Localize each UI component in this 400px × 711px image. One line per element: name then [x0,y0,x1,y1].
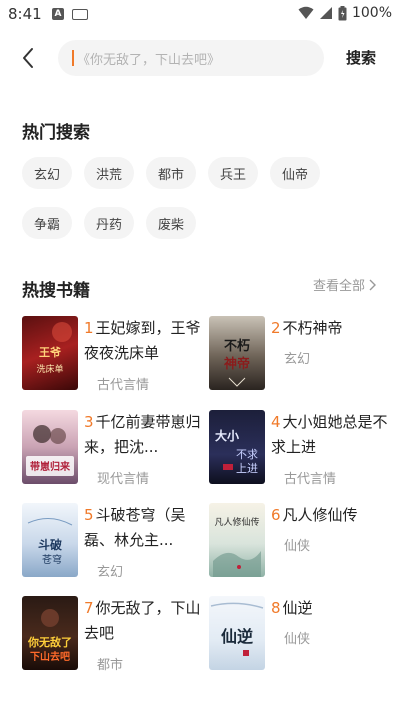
hot-books-title: 热搜书籍 [22,281,90,301]
see-all-label: 查看全部 [313,279,366,294]
svg-text:神帝: 神帝 [224,356,250,372]
hot-search-title: 热门搜索 [22,123,90,143]
search-placeholder: 《你无敌了，下山去吧》 [77,52,221,68]
book-rank: 3 [84,413,94,431]
back-chevron-icon [23,48,33,68]
svg-text:凡人修仙传: 凡人修仙传 [214,516,259,528]
book-cover: 仙逆 [209,596,265,670]
book-cover: 你无敌了 下山去吧 [22,596,78,670]
see-all-link[interactable]: 查看全部 [313,275,377,294]
book-item[interactable]: 斗破 苍穹 5 斗破苍穹（吴磊、林允主... 玄幻 [22,503,202,583]
book-item[interactable]: 凡人修仙传 6 凡人修仙传 仙侠 [209,503,389,583]
keyboard-icon [72,9,88,20]
hot-tag[interactable]: 都市 [146,157,196,189]
svg-text:洗床单: 洗床单 [36,363,63,375]
search-header: 《你无敌了，下山去吧》 搜索 [0,38,400,78]
book-rank: 2 [271,319,281,337]
hot-tag[interactable]: 仙帝 [270,157,320,189]
svg-text:上进: 上进 [236,462,258,475]
book-title-text: 你无敌了，下山去吧 [84,599,201,642]
book-cover: 凡人修仙传 [209,503,265,577]
back-button[interactable] [14,44,42,72]
book-cover: 大小 不求 上进 [209,410,265,484]
battery-percentage: 100% [351,5,392,21]
book-rank: 1 [84,319,94,337]
book-rank: 4 [271,413,281,431]
book-genre: 仙侠 [284,539,311,554]
book-item[interactable]: 带崽归来 3 千亿前妻带崽归来，把沈... 现代言情 [22,410,202,490]
book-title: 4 大小姐她总是不求上进 [271,410,389,460]
book-title: 5 斗破苍穹（吴磊、林允主... [84,503,202,553]
book-genre: 玄幻 [284,352,311,367]
book-title: 7 你无敌了，下山去吧 [84,596,202,646]
status-bar: 8:41 A 100% [0,0,400,28]
book-title-text: 仙逆 [282,599,313,617]
svg-text:你无敌了: 你无敌了 [27,635,72,649]
book-title-text: 凡人修仙传 [282,506,358,524]
book-genre: 玄幻 [97,565,124,580]
book-cover: 不朽 神帝 [209,316,265,390]
book-item[interactable]: 王爷 洗床单 1 王妃嫁到，王爷夜夜洗床单 古代言情 [22,316,202,396]
book-item[interactable]: 仙逆 8 仙逆 仙侠 [209,596,389,676]
book-item[interactable]: 你无敌了 下山去吧 7 你无敌了，下山去吧 都市 [22,596,202,676]
search-button[interactable]: 搜索 [346,47,376,68]
book-genre: 仙侠 [284,632,311,647]
svg-text:带崽归来: 带崽归来 [30,460,71,473]
svg-text:大小: 大小 [215,428,239,443]
status-right: 100% [298,5,392,21]
book-rank: 7 [84,599,94,617]
book-title: 1 王妃嫁到，王爷夜夜洗床单 [84,316,202,366]
book-title-text: 斗破苍穹（吴磊、林允主... [84,506,186,549]
book-title-text: 大小姐她总是不求上进 [271,413,388,456]
notification-a-icon: A [52,8,64,20]
book-rank: 6 [271,506,281,524]
hot-tag[interactable]: 丹药 [84,207,134,239]
book-item[interactable]: 不朽 神帝 2 不朽神帝 玄幻 [209,316,389,396]
book-genre: 古代言情 [97,378,150,393]
book-rank: 5 [84,506,94,524]
book-cover: 斗破 苍穹 [22,503,78,577]
svg-text:不朽: 不朽 [224,338,250,354]
book-cover: 带崽归来 [22,410,78,484]
hot-tag[interactable]: 争霸 [22,207,72,239]
book-title-text: 不朽神帝 [282,319,343,337]
svg-text:苍穹: 苍穹 [42,553,62,566]
book-title: 3 千亿前妻带崽归来，把沈... [84,410,202,460]
book-cover: 王爷 洗床单 [22,316,78,390]
hot-tag[interactable]: 洪荒 [84,157,134,189]
book-genre: 现代言情 [97,472,150,487]
search-input[interactable]: 《你无敌了，下山去吧》 [58,40,324,76]
svg-text:王爷: 王爷 [39,345,62,359]
svg-text:斗破: 斗破 [38,537,62,552]
hot-tag[interactable]: 兵王 [208,157,258,189]
chevron-right-icon [369,279,377,290]
hot-tag[interactable]: 玄幻 [22,157,72,189]
book-genre: 古代言情 [284,472,337,487]
book-title-text: 千亿前妻带崽归来，把沈... [84,413,201,456]
hot-tag[interactable]: 废柴 [146,207,196,239]
status-time: 8:41 [8,5,42,23]
status-notification-icons: A [52,8,88,20]
book-item[interactable]: 大小 不求 上进 4 大小姐她总是不求上进 古代言情 [209,410,389,490]
book-genre: 都市 [97,658,124,673]
text-caret [72,50,74,66]
battery-icon [338,5,347,20]
book-rank: 8 [271,599,281,617]
book-title-text: 王妃嫁到，王爷夜夜洗床单 [84,319,201,362]
signal-icon [319,7,332,19]
svg-text:下山去吧: 下山去吧 [30,650,70,663]
wifi-icon [298,6,314,19]
svg-text:不求: 不求 [236,448,258,461]
svg-text:仙逆: 仙逆 [221,627,253,646]
